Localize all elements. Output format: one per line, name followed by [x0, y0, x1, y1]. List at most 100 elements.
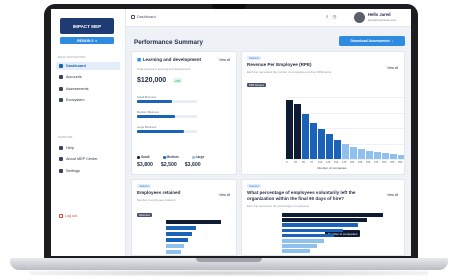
- bucket-fill: [137, 115, 176, 118]
- x-tick-label: 250: [366, 161, 371, 164]
- sidebar-item-settings[interactable]: Settings: [56, 167, 120, 175]
- card-title: Revenue Per Employee (RPE): [247, 62, 312, 67]
- revenue-card: Statistics Revenue Per Employee (RPE) Vi…: [241, 51, 405, 175]
- bucket-label: Small Business: [137, 95, 157, 99]
- legend-values: $3,800 $2,500 $3,600: [137, 162, 201, 168]
- bucket-fill: [137, 100, 172, 103]
- app-logo[interactable]: IMPACT MEP: [60, 18, 114, 34]
- logout-icon: [59, 214, 63, 218]
- sidebar-item-label: Accounts: [66, 75, 82, 79]
- x-tick-label: 50: [302, 161, 305, 164]
- chart-bar[interactable]: [350, 146, 357, 159]
- chart-bar[interactable]: [282, 249, 311, 253]
- chart-bar[interactable]: [282, 228, 344, 233]
- statistics-badge: Statistics: [247, 56, 262, 60]
- learning-total-value: $120,000: [137, 77, 167, 84]
- card-title: ▣ Learning and development: [137, 57, 202, 62]
- nav-section-label: MAIN NAVIGATION: [58, 55, 86, 59]
- sidebar-item-help[interactable]: Help: [56, 144, 120, 152]
- x-tick-label: 200: [350, 161, 355, 164]
- x-tick-label: 350: [398, 161, 403, 164]
- chart-bar[interactable]: [318, 129, 325, 159]
- sidebar-item-about[interactable]: About MEP Center: [56, 155, 120, 163]
- logout-label: Log out: [65, 214, 77, 218]
- chart-bar[interactable]: [282, 233, 334, 238]
- chart-bar[interactable]: [286, 100, 293, 159]
- sidebar-item-label: Dashboard: [66, 64, 86, 68]
- chart-bar[interactable]: [334, 140, 341, 159]
- gridline: [286, 97, 404, 98]
- ecosystem-icon: [59, 98, 63, 102]
- chart-bar[interactable]: [282, 213, 384, 217]
- user-email: jared@mepcenter.com: [368, 18, 397, 22]
- chart-bar[interactable]: [390, 154, 397, 159]
- legend-value: $2,500: [160, 162, 177, 168]
- chart-bar[interactable]: [282, 239, 325, 243]
- view-all-link[interactable]: View all: [387, 66, 398, 70]
- chart-bar[interactable]: [398, 154, 404, 159]
- gridline: [286, 112, 404, 113]
- bucket-bar: [137, 130, 197, 133]
- sidebar-item-ecosystem[interactable]: Ecosystem: [56, 96, 120, 104]
- sidebar-item-dashboard[interactable]: Dashboard: [56, 62, 120, 70]
- view-all-link[interactable]: View all: [219, 58, 230, 62]
- chart-bar[interactable]: [342, 144, 349, 159]
- chart-bar[interactable]: [282, 218, 367, 222]
- logout-button[interactable]: Log out: [59, 214, 77, 218]
- region-selector[interactable]: REGION 3 ▾: [60, 37, 114, 44]
- legend-dot: [191, 155, 195, 159]
- chart-bar[interactable]: [302, 114, 309, 159]
- chart-bar[interactable]: [310, 123, 317, 159]
- card-subtitle: Each bar represents the number of compan…: [247, 70, 332, 74]
- x-tick-label: 175: [342, 161, 347, 164]
- legend-dot: [162, 155, 166, 159]
- view-all-link[interactable]: View all: [387, 193, 398, 197]
- gridline: [286, 159, 404, 160]
- chart-bar[interactable]: [294, 104, 301, 159]
- search-icon[interactable]: ⌕: [326, 14, 329, 20]
- info-icon: [59, 157, 63, 161]
- sidebar: IMPACT MEP REGION 3 ▾ MAIN NAVIGATION Da…: [51, 9, 126, 256]
- card-title: What percentage of employees voluntarily…: [247, 190, 356, 201]
- chart-bar[interactable]: [282, 244, 318, 248]
- sidebar-item-assessments[interactable]: Assessments: [56, 85, 120, 93]
- chevron-down-icon: ▾: [95, 38, 97, 43]
- legend-item-medium: Medium: [162, 155, 179, 159]
- chart-bar[interactable]: [326, 134, 333, 159]
- chart-bar[interactable]: [382, 153, 389, 159]
- chart-bar[interactable]: [166, 244, 185, 248]
- camera-notch: [212, 4, 246, 9]
- chart-bar[interactable]: [374, 152, 381, 159]
- accounts-icon: [59, 75, 63, 79]
- chart-bar[interactable]: [166, 250, 181, 254]
- region-label: REGION 3: [77, 38, 94, 43]
- voluntary-card: Statistics What percentage of employees …: [241, 179, 405, 256]
- avatar[interactable]: [354, 12, 365, 23]
- chart-bar[interactable]: [166, 238, 189, 242]
- sidebar-item-label: Settings: [66, 169, 80, 173]
- x-tick-label: 275: [374, 161, 379, 164]
- card-title: Employees retained: [137, 190, 181, 195]
- assessments-icon: [59, 87, 63, 91]
- download-assessment-button[interactable]: Download Assessment ↓: [339, 36, 405, 46]
- learning-icon: ▣: [137, 57, 142, 62]
- chart-bar[interactable]: [358, 149, 365, 159]
- view-all-link[interactable]: View all: [219, 193, 230, 197]
- bucket-label: Medium Business: [137, 110, 160, 114]
- notification-icon[interactable]: ◷: [333, 14, 337, 20]
- x-tick-label: 100: [318, 161, 323, 164]
- x-tick-label: 325: [390, 161, 395, 164]
- legend-item-large: Large: [191, 155, 204, 159]
- sidebar-item-accounts[interactable]: Accounts: [56, 73, 120, 81]
- breadcrumb[interactable]: Dashboard: [131, 15, 156, 19]
- chart-bar[interactable]: [366, 150, 373, 159]
- dashboard-icon: [59, 64, 63, 68]
- chart-bar[interactable]: [166, 226, 197, 230]
- chart-bar[interactable]: [166, 220, 222, 224]
- legend-item-small: Small: [137, 155, 150, 159]
- chart-bar[interactable]: [166, 232, 193, 236]
- retention-chip: Retention: [137, 213, 153, 217]
- bucket-label: Large Business: [137, 125, 157, 129]
- chart-bar[interactable]: [282, 223, 358, 227]
- x-axis-title: Number of companies: [317, 166, 347, 170]
